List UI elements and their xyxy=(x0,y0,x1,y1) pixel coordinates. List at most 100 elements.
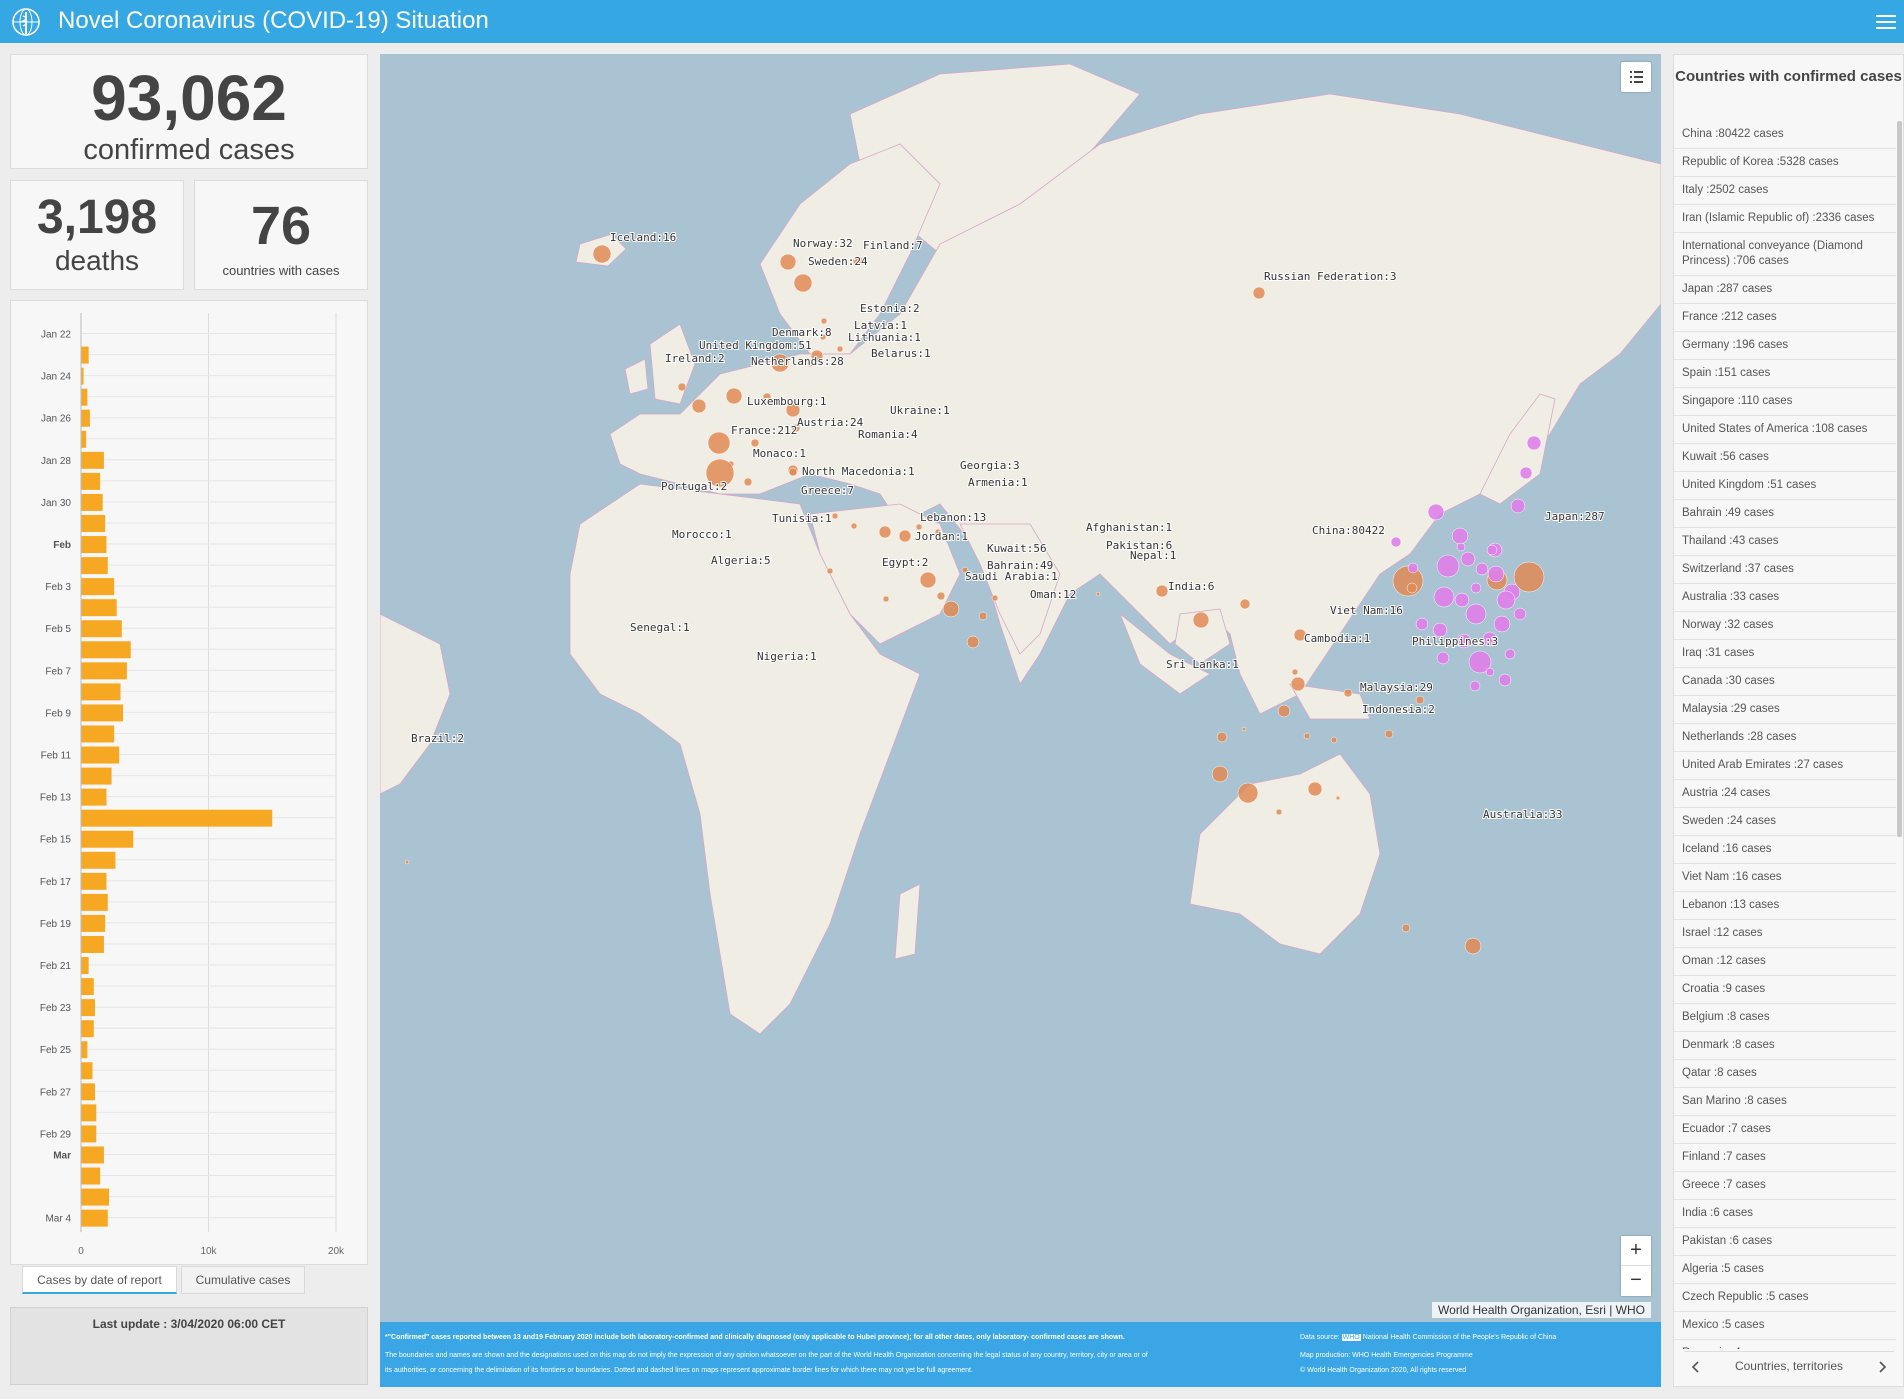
case-bubble[interactable] xyxy=(1241,726,1247,732)
case-bubble[interactable] xyxy=(1307,781,1323,797)
country-list[interactable]: China :80422 cases Republic of Korea :532… xyxy=(1674,121,1896,1349)
country-list-item[interactable]: Austria :24 cases xyxy=(1674,780,1896,808)
hamburger-menu-icon[interactable] xyxy=(1874,10,1898,34)
country-list-item[interactable]: Oman :12 cases xyxy=(1674,948,1896,976)
case-bubble[interactable] xyxy=(898,529,912,543)
country-list-item[interactable]: France :212 cases xyxy=(1674,304,1896,332)
country-list-item[interactable]: China :80422 cases xyxy=(1674,121,1896,149)
country-list-item[interactable]: Bahrain :49 cases xyxy=(1674,500,1896,528)
china-province-bubble[interactable] xyxy=(1407,562,1419,574)
case-bubble[interactable] xyxy=(1277,704,1291,718)
case-bubble[interactable] xyxy=(936,591,946,601)
country-list-item[interactable]: Greece :7 cases xyxy=(1674,1172,1896,1200)
china-province-bubble[interactable] xyxy=(1451,527,1469,545)
case-bubble[interactable] xyxy=(707,431,731,455)
country-list-item[interactable]: Canada :30 cases xyxy=(1674,668,1896,696)
country-list-item[interactable]: Norway :32 cases xyxy=(1674,612,1896,640)
case-bubble[interactable] xyxy=(1406,582,1418,594)
case-bubble[interactable] xyxy=(878,525,892,539)
country-list-item[interactable]: Republic of Korea :5328 cases xyxy=(1674,149,1896,177)
country-list-item[interactable]: Australia :33 cases xyxy=(1674,584,1896,612)
china-province-bubble[interactable] xyxy=(1498,673,1512,687)
country-list-item[interactable]: Kuwait :56 cases xyxy=(1674,444,1896,472)
country-list-item[interactable]: Spain :151 cases xyxy=(1674,360,1896,388)
case-bubble[interactable] xyxy=(978,611,988,621)
country-list-item[interactable]: Thailand :43 cases xyxy=(1674,528,1896,556)
china-province-bubble[interactable] xyxy=(1485,667,1495,677)
country-list-item[interactable]: Algeria :5 cases xyxy=(1674,1256,1896,1284)
chevron-right-icon[interactable] xyxy=(1876,1360,1888,1374)
case-bubble[interactable] xyxy=(1392,565,1424,597)
china-province-bubble[interactable] xyxy=(1436,651,1450,665)
zoom-out-button[interactable]: − xyxy=(1621,1266,1651,1296)
country-list-item[interactable]: Malaysia :29 cases xyxy=(1674,696,1896,724)
case-bubble[interactable] xyxy=(1216,731,1228,743)
case-bubble[interactable] xyxy=(826,567,834,575)
china-province-bubble[interactable] xyxy=(1415,617,1429,631)
case-bubble[interactable] xyxy=(677,382,687,392)
country-list-scrollbar[interactable] xyxy=(1897,121,1902,837)
country-list-item[interactable]: India :6 cases xyxy=(1674,1200,1896,1228)
case-bubble[interactable] xyxy=(592,244,612,264)
country-list-item[interactable]: Italy :2502 cases xyxy=(1674,177,1896,205)
case-bubble[interactable] xyxy=(1239,598,1251,610)
country-list-item[interactable]: United Arab Emirates :27 cases xyxy=(1674,752,1896,780)
country-list-item[interactable]: Sweden :24 cases xyxy=(1674,808,1896,836)
china-province-bubble[interactable] xyxy=(1496,590,1516,610)
country-list-item[interactable]: Pakistan :6 cases xyxy=(1674,1228,1896,1256)
case-bubble[interactable] xyxy=(942,600,960,618)
china-province-bubble[interactable] xyxy=(1475,562,1489,576)
country-list-item[interactable]: Czech Republic :5 cases xyxy=(1674,1284,1896,1312)
case-bubble[interactable] xyxy=(1464,937,1482,955)
case-bubble[interactable] xyxy=(1291,668,1299,676)
china-province-bubble[interactable] xyxy=(1493,615,1511,633)
country-list-item[interactable]: Israel :12 cases xyxy=(1674,920,1896,948)
country-list-item[interactable]: Romania :4 cases xyxy=(1674,1340,1896,1349)
case-bubble[interactable] xyxy=(820,317,828,325)
country-list-item[interactable]: San Marino :8 cases xyxy=(1674,1088,1896,1116)
case-bubble[interactable] xyxy=(1252,286,1266,300)
case-bubble[interactable] xyxy=(1192,611,1210,629)
country-list-item[interactable]: Netherlands :28 cases xyxy=(1674,724,1896,752)
country-list-item[interactable]: Iraq :31 cases xyxy=(1674,640,1896,668)
china-province-bubble[interactable] xyxy=(1460,551,1476,567)
case-bubble[interactable] xyxy=(1237,782,1259,804)
case-bubble[interactable] xyxy=(1335,795,1341,801)
china-province-bubble[interactable] xyxy=(1504,648,1516,660)
china-province-bubble[interactable] xyxy=(1487,565,1505,583)
case-bubble[interactable] xyxy=(850,522,858,530)
country-list-item[interactable]: Mexico :5 cases xyxy=(1674,1312,1896,1340)
case-bubble[interactable] xyxy=(691,398,707,414)
china-province-bubble[interactable] xyxy=(1390,536,1402,548)
country-list-item[interactable]: Croatia :9 cases xyxy=(1674,976,1896,1004)
case-bubble[interactable] xyxy=(1290,676,1306,692)
china-province-bubble[interactable] xyxy=(1486,544,1498,556)
country-list-item[interactable]: Ecuador :7 cases xyxy=(1674,1116,1896,1144)
case-bubble[interactable] xyxy=(991,594,999,602)
china-province-bubble[interactable] xyxy=(1427,503,1445,521)
case-bubble[interactable] xyxy=(779,253,797,271)
case-bubble[interactable] xyxy=(1095,591,1101,597)
country-list-item[interactable]: Japan :287 cases xyxy=(1674,276,1896,304)
country-list-item[interactable]: Viet Nam :16 cases xyxy=(1674,864,1896,892)
case-bubble[interactable] xyxy=(404,859,410,865)
case-bubble[interactable] xyxy=(966,635,980,649)
case-bubble[interactable] xyxy=(743,477,753,487)
case-bubble[interactable] xyxy=(793,273,813,293)
case-bubble[interactable] xyxy=(831,512,839,520)
china-province-bubble[interactable] xyxy=(1469,680,1481,692)
country-list-item[interactable]: Iran (Islamic Republic of) :2336 cases xyxy=(1674,205,1896,233)
case-bubble[interactable] xyxy=(1384,729,1394,739)
case-bubble[interactable] xyxy=(1343,688,1353,698)
china-province-bubble[interactable] xyxy=(1433,586,1455,608)
country-list-item[interactable]: Iceland :16 cases xyxy=(1674,836,1896,864)
china-province-bubble[interactable] xyxy=(1519,466,1533,480)
case-bubble[interactable] xyxy=(1275,808,1283,816)
case-bubble[interactable] xyxy=(788,467,798,477)
country-list-item[interactable]: Singapore :110 cases xyxy=(1674,388,1896,416)
case-bubble[interactable] xyxy=(1401,923,1411,933)
tab-cases-by-date[interactable]: Cases by date of report xyxy=(22,1266,177,1294)
china-province-bubble[interactable] xyxy=(1465,603,1487,625)
country-list-item[interactable]: Switzerland :37 cases xyxy=(1674,556,1896,584)
china-province-bubble[interactable] xyxy=(1470,582,1482,594)
